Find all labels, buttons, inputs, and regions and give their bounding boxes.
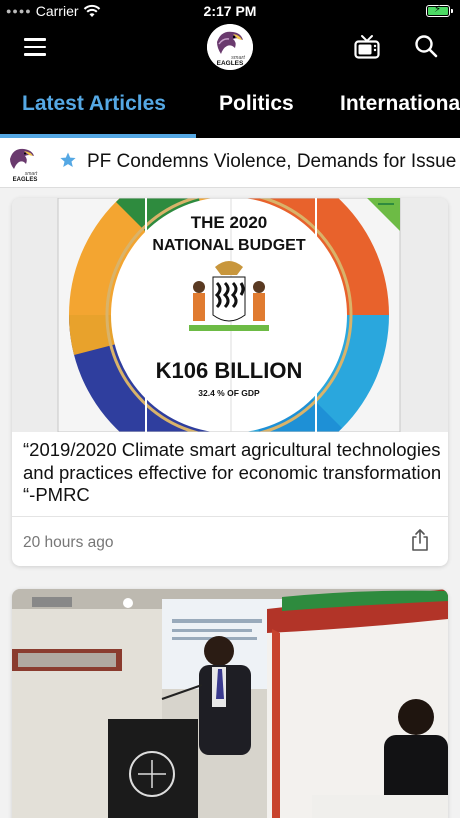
tab-international[interactable]: Internationa (340, 92, 460, 116)
app-logo[interactable]: smart EAGLES (207, 24, 253, 70)
card-divider (12, 516, 448, 517)
svg-text:EAGLES: EAGLES (217, 60, 244, 67)
svg-text:THE 2020: THE 2020 (191, 213, 268, 232)
menu-icon[interactable] (24, 38, 46, 56)
article-image: THE 2020 NATIONAL BUDGET K106 BILLION 32… (12, 198, 448, 432)
eagle-logo-icon: smart EAGLES (207, 24, 253, 70)
tab-latest-articles[interactable]: Latest Articles (22, 92, 166, 116)
app-header: smart EAGLES (0, 22, 460, 72)
article-timestamp: 20 hours ago (23, 534, 114, 551)
budget-graphic: THE 2020 NATIONAL BUDGET K106 BILLION 32… (12, 198, 448, 432)
conference-photo (12, 589, 448, 818)
article-card[interactable] (12, 589, 448, 818)
svg-text:K106 BILLION: K106 BILLION (156, 358, 303, 383)
svg-text:32.4 % OF GDP: 32.4 % OF GDP (198, 388, 260, 398)
battery-icon: ⚡ (426, 4, 453, 17)
search-icon[interactable] (414, 34, 438, 58)
svg-text:NATIONAL BUDGET: NATIONAL BUDGET (152, 237, 305, 254)
tab-politics[interactable]: Politics (219, 92, 294, 116)
article-card[interactable]: THE 2020 NATIONAL BUDGET K106 BILLION 32… (12, 198, 448, 566)
eagle-logo-icon: smart EAGLES (10, 148, 38, 183)
category-tabs: Latest Articles Politics Internationa (0, 72, 460, 138)
tv-icon[interactable] (354, 34, 380, 60)
news-ticker[interactable]: smart EAGLES PF Condemns Violence, Deman… (0, 138, 460, 188)
article-image (12, 589, 448, 818)
article-title[interactable]: “2019/2020 Climate smart agricultural te… (23, 439, 443, 507)
status-bar: ●●●● Carrier 2:17 PM ⚡ (0, 0, 460, 22)
status-time: 2:17 PM (203, 3, 257, 19)
svg-text:EAGLES: EAGLES (13, 177, 38, 183)
star-icon (60, 152, 76, 167)
share-icon[interactable] (410, 528, 430, 552)
ticker-headline: PF Condemns Violence, Demands for Issue … (87, 151, 460, 172)
